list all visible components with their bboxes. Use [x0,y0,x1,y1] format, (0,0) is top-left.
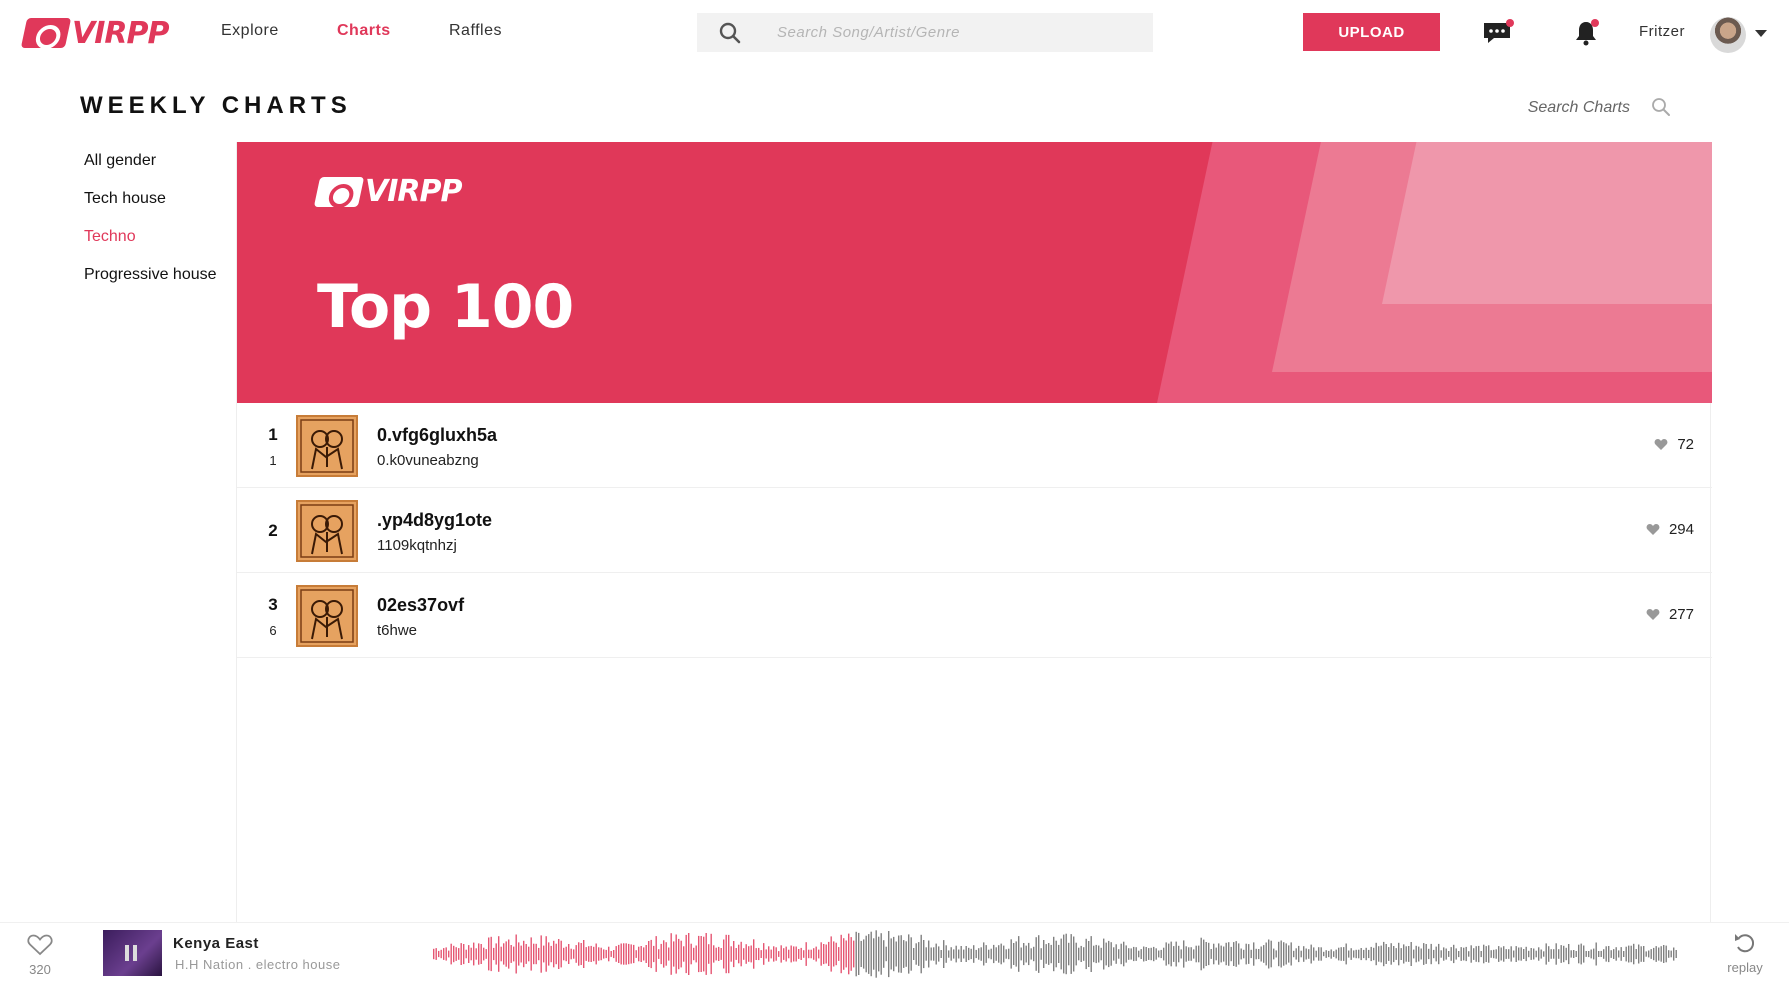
chart-panel: VIRPP Top 100 1 1 0.vfg6gluxh5a 0.k0vune… [236,142,1712,922]
pause-icon[interactable] [125,945,129,961]
player-cover-art[interactable] [103,930,162,976]
heart-icon [1654,439,1668,450]
logo-mark-icon [313,176,365,207]
track-list: 1 1 0.vfg6gluxh5a 0.k0vuneabzng 72 2 .yp… [237,403,1712,658]
chart-search-input[interactable] [1500,95,1630,121]
player-track-meta: H.H Nation . electro house [175,957,341,972]
player-track-title[interactable]: Kenya East [173,935,259,952]
genre-item-techno[interactable]: Techno [84,226,217,264]
like-count[interactable]: 72 [1654,436,1694,453]
bell-icon[interactable] [1574,19,1599,51]
track-title[interactable]: 02es37ovf [377,595,464,616]
album-cover[interactable] [296,585,358,647]
banner-title: Top 100 [317,272,574,342]
messages-unread-dot [1506,19,1514,27]
genre-item-progressive-house[interactable]: Progressive house [84,264,217,302]
track-rank: 1 [268,425,278,444]
track-title[interactable]: .yp4d8yg1ote [377,510,492,531]
album-cover[interactable] [296,500,358,562]
heart-icon [1646,609,1660,620]
like-count-value: 72 [1677,436,1694,453]
player-like-button[interactable]: 320 [24,933,56,977]
replay-label: replay [1727,960,1763,975]
track-previous-rank: 6 [269,623,277,638]
nav-explore[interactable]: Explore [221,22,279,40]
banner-logo: VIRPP [313,174,462,209]
replay-button[interactable]: replay [1720,932,1770,975]
player-like-count: 320 [29,962,51,977]
heart-icon [1646,524,1660,535]
album-cover[interactable] [296,415,358,477]
track-artist[interactable]: t6hwe [377,622,417,639]
search-icon[interactable] [719,22,741,49]
logo-mark-icon [20,18,72,48]
chevron-down-icon[interactable] [1755,30,1767,37]
global-search-input[interactable] [777,13,1137,52]
track-artist[interactable]: 0.k0vuneabzng [377,452,479,469]
genre-list: All gender Tech house Techno Progressive… [84,150,217,302]
virpp-logo[interactable]: VIRPP [20,15,169,51]
user-name[interactable]: Fritzer [1639,23,1685,40]
top-nav: VIRPP Explore Charts Raffles UPLOAD Frit… [0,0,1789,64]
audio-player: 320 Kenya East H.H Nation . electro hous… [0,922,1789,985]
logo-text: VIRPP [72,15,169,51]
like-count[interactable]: 277 [1646,606,1694,623]
global-search [697,13,1153,52]
track-rank: 3 [268,595,278,614]
track-row[interactable]: 1 1 0.vfg6gluxh5a 0.k0vuneabzng 72 [237,403,1712,488]
replay-icon [1735,934,1755,953]
genre-item-tech-house[interactable]: Tech house [84,188,217,226]
track-row[interactable]: 2 .yp4d8yg1ote 1109kqtnhzj 294 [237,488,1712,573]
track-previous-rank: 1 [269,453,277,468]
chat-bubble-icon[interactable] [1482,19,1514,50]
upload-button[interactable]: UPLOAD [1303,13,1440,51]
banner-decor-stripe [1382,142,1712,304]
track-rank: 2 [268,521,278,540]
banner-logo-text: VIRPP [365,174,462,209]
like-count-value: 277 [1668,606,1694,623]
nav-charts[interactable]: Charts [337,22,391,40]
nav-raffles[interactable]: Raffles [449,22,502,40]
track-artist[interactable]: 1109kqtnhzj [377,537,457,554]
waveform-seekbar[interactable] [433,927,1678,981]
notifications-unread-dot [1591,19,1599,27]
top-100-banner: VIRPP Top 100 [237,142,1712,403]
page-title: WEEKLY CHARTS [80,92,352,119]
search-icon[interactable] [1651,97,1671,122]
like-count-value: 294 [1668,521,1694,538]
track-row[interactable]: 3 6 02es37ovf t6hwe 277 [237,573,1712,658]
track-title[interactable]: 0.vfg6gluxh5a [377,425,497,446]
genre-item-all[interactable]: All gender [84,150,217,188]
like-count[interactable]: 294 [1646,521,1694,538]
heart-outline-icon [27,934,53,956]
avatar[interactable] [1710,17,1746,53]
